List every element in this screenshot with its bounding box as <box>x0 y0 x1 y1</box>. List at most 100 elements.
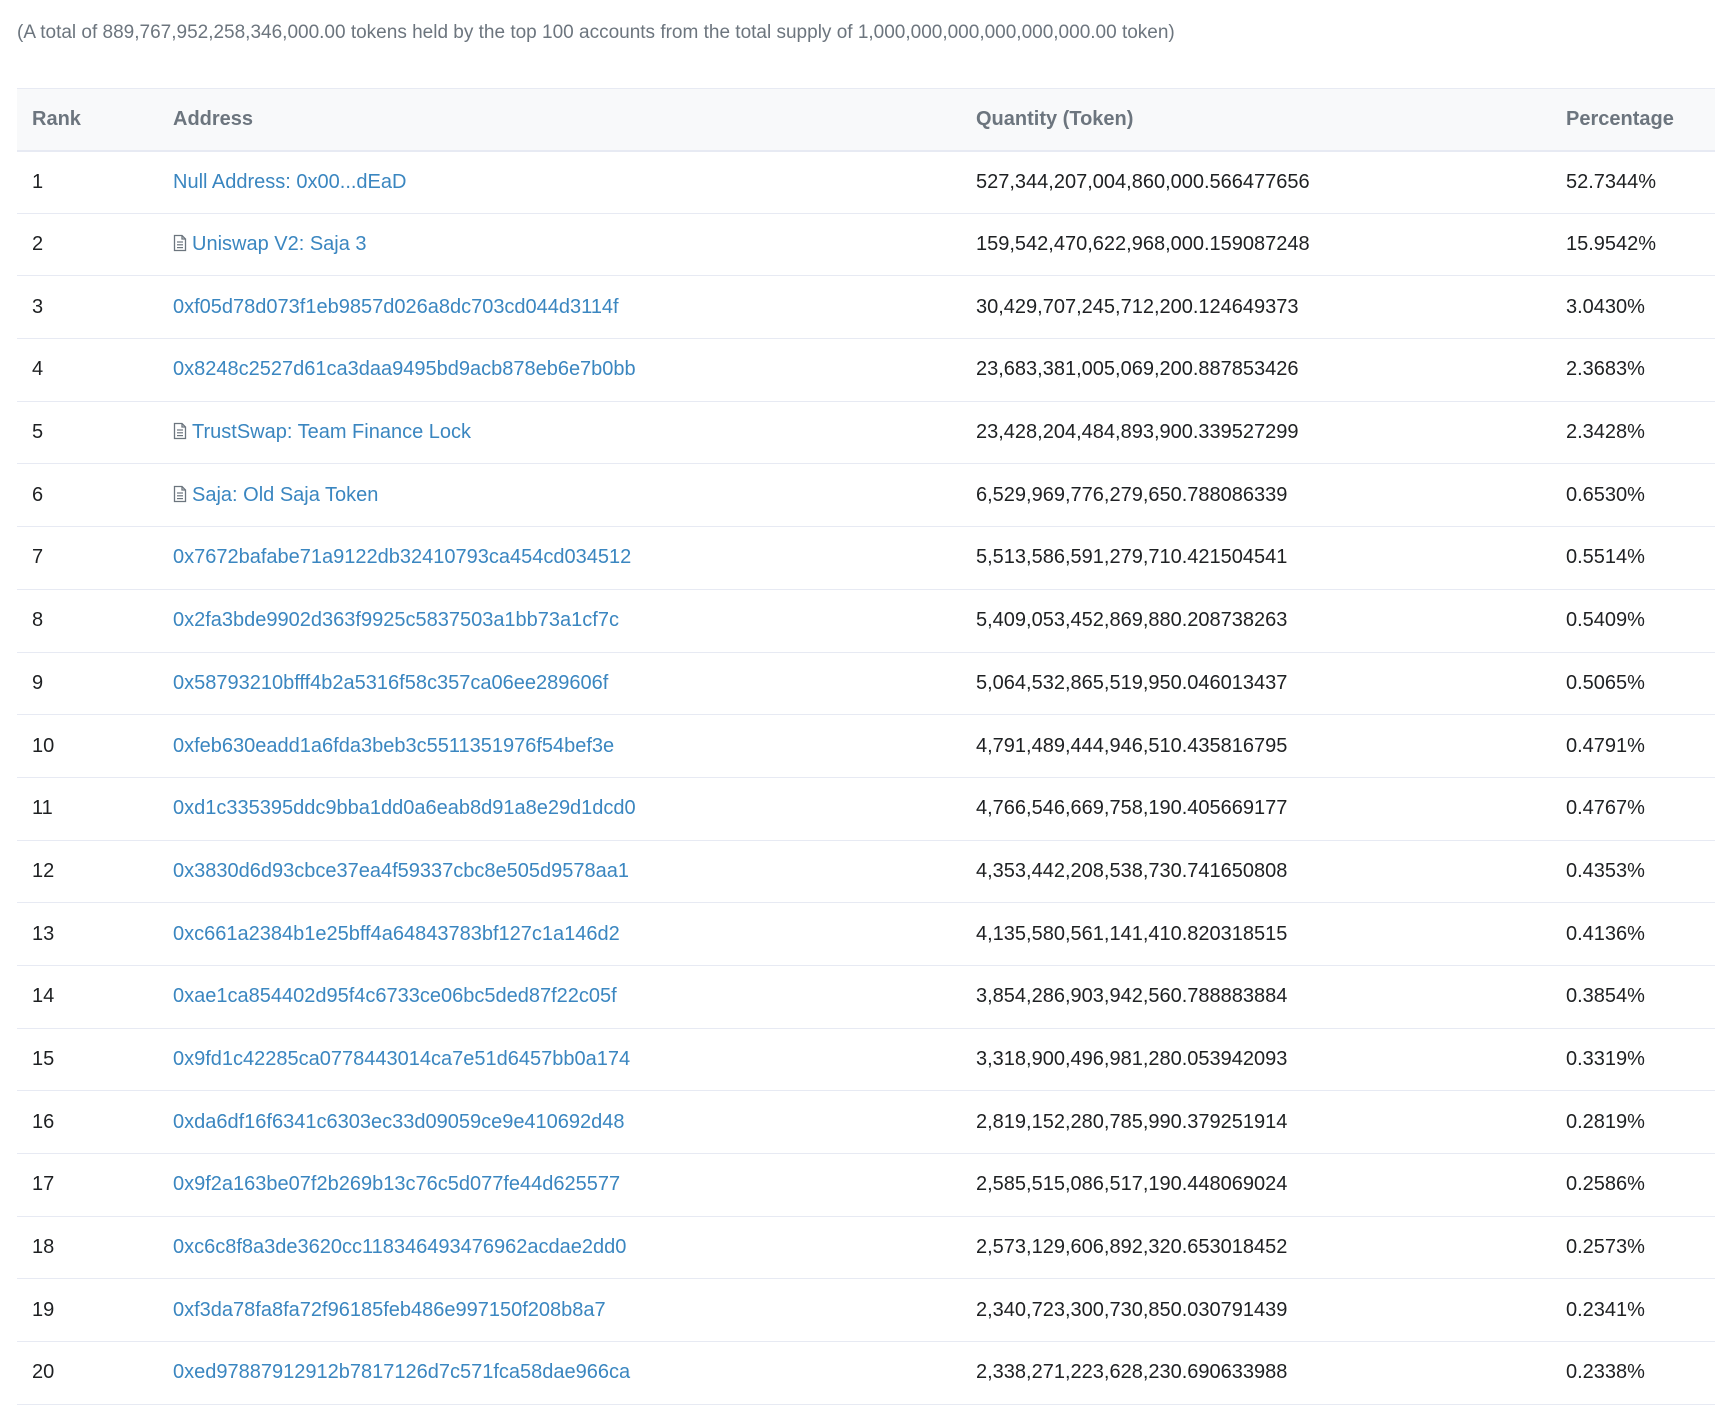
quantity-cell: 3,318,900,496,981,280.053942093 <box>961 1028 1551 1092</box>
holder-address-link[interactable]: 0xae1ca854402d95f4c6733ce06bc5ded87f22c0… <box>173 985 617 1007</box>
address-cell: 0x9fd1c42285ca0778443014ca7e51d6457bb0a1… <box>158 1028 961 1092</box>
percentage-cell: 0.2341% <box>1551 1278 1715 1343</box>
quantity-cell: 527,344,207,004,860,000.566477656 <box>961 150 1551 214</box>
address-cell: 0x2fa3bde9902d363f9925c5837503a1bb73a1cf… <box>158 589 961 653</box>
percentage-cell: 0.5514% <box>1551 526 1715 590</box>
holder-address-link[interactable]: Null Address: 0x00...dEaD <box>173 171 406 193</box>
rank-cell: 4 <box>17 338 158 402</box>
quantity-cell: 4,766,546,669,758,190.405669177 <box>961 777 1551 841</box>
address-cell: 0xae1ca854402d95f4c6733ce06bc5ded87f22c0… <box>158 965 961 1029</box>
holder-address-link[interactable]: 0xf3da78fa8fa72f96185feb486e997150f208b8… <box>173 1299 606 1321</box>
address-cell: 0xf3da78fa8fa72f96185feb486e997150f208b8… <box>158 1278 961 1343</box>
percentage-cell: 0.2573% <box>1551 1216 1715 1280</box>
table-row: 4 0x8248c2527d61ca3daa9495bd9acb878eb6e7b… <box>17 338 1715 402</box>
rank-cell: 20 <box>17 1341 158 1405</box>
percentage-cell: 2.3683% <box>1551 338 1715 402</box>
table-row: 3 0xf05d78d073f1eb9857d026a8dc703cd044d31… <box>17 275 1715 340</box>
table-row: 12 0x3830d6d93cbce37ea4f59337cbc8e505d957… <box>17 840 1715 904</box>
holders-summary: (A total of 889,767,952,258,346,000.00 t… <box>17 22 1175 43</box>
holder-address-link[interactable]: 0xfeb630eadd1a6fda3beb3c5511351976f54bef… <box>173 735 614 757</box>
table-row: 5 TrustSwap: Team Finance Lock 23,428,204,… <box>17 401 1715 465</box>
holder-address-link[interactable]: 0x58793210bfff4b2a5316f58c357ca06ee28960… <box>173 672 608 694</box>
quantity-cell: 159,542,470,622,968,000.159087248 <box>961 213 1551 277</box>
table-row: 19 0xf3da78fa8fa72f96185feb486e997150f208… <box>17 1278 1715 1343</box>
address-cell: Uniswap V2: Saja 3 <box>158 213 961 277</box>
holder-address-link[interactable]: Saja: Old Saja Token <box>192 484 378 506</box>
address-cell: 0x8248c2527d61ca3daa9495bd9acb878eb6e7b0… <box>158 338 961 402</box>
address-cell: 0xda6df16f6341c6303ec33d09059ce9e410692d… <box>158 1090 961 1154</box>
table-row: 1 Null Address: 0x00...dEaD 527,344,207,00… <box>17 150 1715 214</box>
holder-address-link[interactable]: 0x3830d6d93cbce37ea4f59337cbc8e505d9578a… <box>173 860 629 882</box>
table-row: 14 0xae1ca854402d95f4c6733ce06bc5ded87f22… <box>17 965 1715 1029</box>
rank-cell: 19 <box>17 1278 158 1343</box>
percentage-cell: 0.4767% <box>1551 777 1715 841</box>
quantity-cell: 5,064,532,865,519,950.046013437 <box>961 652 1551 716</box>
address-cell: 0x9f2a163be07f2b269b13c76c5d077fe44d6255… <box>158 1153 961 1217</box>
holder-address-link[interactable]: 0xc6c8f8a3de3620cc118346493476962acdae2d… <box>173 1236 626 1258</box>
holder-address-link[interactable]: Uniswap V2: Saja 3 <box>192 233 367 255</box>
holder-address-link[interactable]: 0x2fa3bde9902d363f9925c5837503a1bb73a1cf… <box>173 609 619 631</box>
table-row: 10 0xfeb630eadd1a6fda3beb3c5511351976f54b… <box>17 714 1715 778</box>
rank-cell: 7 <box>17 526 158 590</box>
address-cell: TrustSwap: Team Finance Lock <box>158 401 961 465</box>
holder-address-link[interactable]: 0xda6df16f6341c6303ec33d09059ce9e410692d… <box>173 1111 625 1133</box>
table-row: 18 0xc6c8f8a3de3620cc118346493476962acdae… <box>17 1216 1715 1280</box>
quantity-cell: 4,135,580,561,141,410.820318515 <box>961 902 1551 966</box>
holder-address-link[interactable]: 0x8248c2527d61ca3daa9495bd9acb878eb6e7b0… <box>173 358 636 380</box>
percentage-cell: 0.3319% <box>1551 1028 1715 1092</box>
quantity-cell: 2,585,515,086,517,190.448069024 <box>961 1153 1551 1217</box>
table-row: 9 0x58793210bfff4b2a5316f58c357ca06ee2896… <box>17 652 1715 716</box>
rank-cell: 2 <box>17 213 158 277</box>
table-row: 13 0xc661a2384b1e25bff4a64843783bf127c1a1… <box>17 902 1715 966</box>
quantity-cell: 4,353,442,208,538,730.741650808 <box>961 840 1551 904</box>
percentage-cell: 3.0430% <box>1551 275 1715 340</box>
rank-cell: 12 <box>17 840 158 904</box>
quantity-cell: 3,854,286,903,942,560.788883884 <box>961 965 1551 1029</box>
quantity-cell: 2,340,723,300,730,850.030791439 <box>961 1278 1551 1343</box>
table-row: 6 Saja: Old Saja Token 6,529,969,776,279,6… <box>17 463 1715 528</box>
holder-address-link[interactable]: 0xf05d78d073f1eb9857d026a8dc703cd044d311… <box>173 296 619 318</box>
percentage-cell: 0.4136% <box>1551 902 1715 966</box>
holder-address-link[interactable]: 0xed97887912912b7817126d7c571fca58dae966… <box>173 1361 630 1383</box>
quantity-cell: 2,819,152,280,785,990.379251914 <box>961 1090 1551 1154</box>
holder-address-link[interactable]: 0xd1c335395ddc9bba1dd0a6eab8d91a8e29d1dc… <box>173 797 636 819</box>
quantity-cell: 5,513,586,591,279,710.421504541 <box>961 526 1551 590</box>
column-header-percentage: Percentage <box>1551 88 1715 152</box>
rank-cell: 17 <box>17 1153 158 1217</box>
contract-document-icon <box>173 234 187 252</box>
percentage-cell: 0.5409% <box>1551 589 1715 653</box>
column-header-rank: Rank <box>17 88 158 152</box>
rank-cell: 5 <box>17 401 158 465</box>
quantity-cell: 2,573,129,606,892,320.653018452 <box>961 1216 1551 1280</box>
holder-address-link[interactable]: 0xc661a2384b1e25bff4a64843783bf127c1a146… <box>173 923 620 945</box>
percentage-cell: 0.5065% <box>1551 652 1715 716</box>
percentage-cell: 52.7344% <box>1551 150 1715 214</box>
percentage-cell: 2.3428% <box>1551 401 1715 465</box>
percentage-cell: 0.3854% <box>1551 965 1715 1029</box>
holder-address-link[interactable]: 0x9fd1c42285ca0778443014ca7e51d6457bb0a1… <box>173 1048 630 1070</box>
table-row: 11 0xd1c335395ddc9bba1dd0a6eab8d91a8e29d1… <box>17 777 1715 841</box>
rank-cell: 9 <box>17 652 158 716</box>
holder-address-link[interactable]: 0x9f2a163be07f2b269b13c76c5d077fe44d6255… <box>173 1173 620 1195</box>
table-row: 8 0x2fa3bde9902d363f9925c5837503a1bb73a1c… <box>17 589 1715 653</box>
rank-cell: 8 <box>17 589 158 653</box>
quantity-cell: 4,791,489,444,946,510.435816795 <box>961 714 1551 778</box>
quantity-cell: 23,683,381,005,069,200.887853426 <box>961 338 1551 402</box>
contract-document-icon <box>173 422 187 440</box>
holder-address-link[interactable]: TrustSwap: Team Finance Lock <box>192 421 471 443</box>
table-body: 1 Null Address: 0x00...dEaD 527,344,207,00… <box>17 150 1715 1405</box>
address-cell: 0xc661a2384b1e25bff4a64843783bf127c1a146… <box>158 902 961 966</box>
rank-cell: 13 <box>17 902 158 966</box>
address-cell: 0x3830d6d93cbce37ea4f59337cbc8e505d9578a… <box>158 840 961 904</box>
quantity-cell: 6,529,969,776,279,650.788086339 <box>961 463 1551 528</box>
rank-cell: 3 <box>17 275 158 340</box>
rank-cell: 10 <box>17 714 158 778</box>
holder-address-link[interactable]: 0x7672bafabe71a9122db32410793ca454cd0345… <box>173 546 631 568</box>
table-row: 7 0x7672bafabe71a9122db32410793ca454cd034… <box>17 526 1715 590</box>
address-cell: 0xfeb630eadd1a6fda3beb3c5511351976f54bef… <box>158 714 961 778</box>
contract-document-icon <box>173 485 187 503</box>
table-row: 16 0xda6df16f6341c6303ec33d09059ce9e41069… <box>17 1090 1715 1154</box>
table-row: 2 Uniswap V2: Saja 3 159,542,470,622,968,0… <box>17 213 1715 277</box>
table-row: 20 0xed97887912912b7817126d7c571fca58dae9… <box>17 1341 1715 1405</box>
token-holders-table: Rank Address Quantity (Token) Percentage… <box>17 88 1715 1405</box>
